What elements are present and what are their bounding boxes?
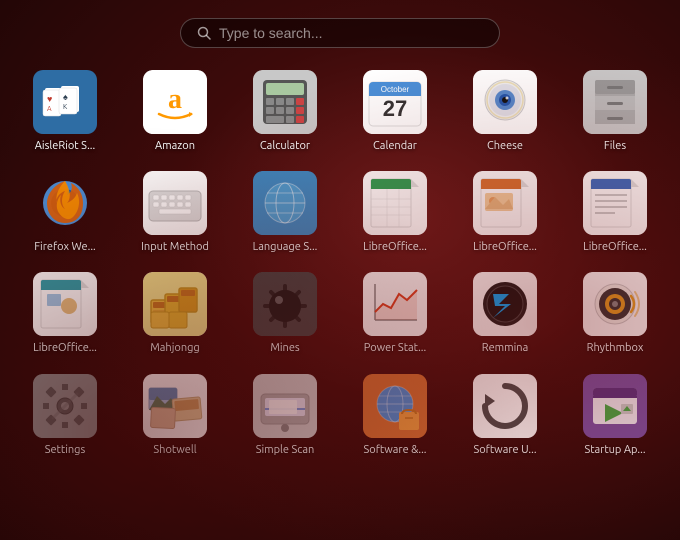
shotwell-icon xyxy=(143,374,207,438)
libreoffice-calc-label: LibreOffice... xyxy=(363,241,427,254)
firefox-label: Firefox We... xyxy=(34,241,95,254)
svg-text:October: October xyxy=(381,85,410,94)
app-remmina[interactable]: Remmina xyxy=(450,262,560,363)
app-calendar[interactable]: October 27 Calendar xyxy=(340,60,450,161)
settings-icon xyxy=(33,374,97,438)
app-amazon[interactable]: a Amazon xyxy=(120,60,230,161)
calculator-icon xyxy=(253,70,317,134)
language-icon xyxy=(253,171,317,235)
softwareupdate-label: Software U... xyxy=(473,444,536,457)
calendar-icon: October 27 xyxy=(363,70,427,134)
svg-text:27: 27 xyxy=(383,96,407,121)
app-startup[interactable]: Startup Ap... xyxy=(560,364,670,465)
mines-icon xyxy=(253,272,317,336)
softwareupdate-icon xyxy=(473,374,537,438)
app-shotwell[interactable]: Shotwell xyxy=(120,364,230,465)
calendar-label: Calendar xyxy=(373,140,417,153)
app-mahjongg[interactable]: Mahjongg xyxy=(120,262,230,363)
app-files[interactable]: Files xyxy=(560,60,670,161)
mines-label: Mines xyxy=(270,342,299,355)
svg-text:a: a xyxy=(168,84,182,115)
libreoffice-impress-icon xyxy=(473,171,537,235)
files-label: Files xyxy=(604,140,626,153)
softwareand-label: Software &... xyxy=(364,444,427,457)
app-libreoffice-impress[interactable]: LibreOffice... xyxy=(450,161,560,262)
amazon-label: Amazon xyxy=(155,140,195,153)
app-inputmethod[interactable]: Input Method xyxy=(120,161,230,262)
app-firefox[interactable]: Firefox We... xyxy=(10,161,120,262)
startup-icon xyxy=(583,374,647,438)
simplescan-icon xyxy=(253,374,317,438)
search-bar[interactable] xyxy=(180,18,500,48)
svg-text:A: A xyxy=(47,105,52,113)
libreoffice-impress-label: LibreOffice... xyxy=(473,241,537,254)
libreoffice-writer-label: LibreOffice... xyxy=(583,241,647,254)
powerstat-icon xyxy=(363,272,427,336)
app-softwareupdate[interactable]: Software U... xyxy=(450,364,560,465)
app-softwareand[interactable]: Software &... xyxy=(340,364,450,465)
app-language[interactable]: Language S... xyxy=(230,161,340,262)
mahjongg-label: Mahjongg xyxy=(150,342,200,355)
shotwell-label: Shotwell xyxy=(153,444,196,457)
app-libreoffice-draw[interactable]: LibreOffice... xyxy=(10,262,120,363)
app-powerstat[interactable]: Power Stat... xyxy=(340,262,450,363)
libreoffice-draw-icon xyxy=(33,272,97,336)
libreoffice-draw-label: LibreOffice... xyxy=(33,342,97,355)
svg-text:K: K xyxy=(63,103,68,111)
apps-grid: ♥ A ♠ K AisleRiot S... a Amazon xyxy=(0,60,680,465)
files-icon xyxy=(583,70,647,134)
cheese-label: Cheese xyxy=(487,140,523,153)
firefox-icon xyxy=(33,171,97,235)
app-cheese[interactable]: Cheese xyxy=(450,60,560,161)
app-libreoffice-writer[interactable]: LibreOffice... xyxy=(560,161,670,262)
inputmethod-label: Input Method xyxy=(141,241,209,254)
rhythmbox-icon xyxy=(583,272,647,336)
app-calculator[interactable]: Calculator xyxy=(230,60,340,161)
cheese-icon xyxy=(473,70,537,134)
mahjongg-icon xyxy=(143,272,207,336)
app-mines[interactable]: Mines xyxy=(230,262,340,363)
libreoffice-writer-icon xyxy=(583,171,647,235)
simplescan-label: Simple Scan xyxy=(256,444,315,457)
aisleriot-label: AisleRiot S... xyxy=(35,140,95,153)
app-rhythmbox[interactable]: Rhythmbox xyxy=(560,262,670,363)
softwareand-icon xyxy=(363,374,427,438)
rhythmbox-label: Rhythmbox xyxy=(587,342,644,355)
svg-text:♥: ♥ xyxy=(47,94,52,104)
search-icon xyxy=(197,26,211,40)
search-input[interactable] xyxy=(219,25,483,41)
language-label: Language S... xyxy=(253,241,318,254)
startup-label: Startup Ap... xyxy=(584,444,645,457)
remmina-label: Remmina xyxy=(482,342,529,355)
libreoffice-calc-icon xyxy=(363,171,427,235)
app-libreoffice-calc[interactable]: LibreOffice... xyxy=(340,161,450,262)
settings-label: Settings xyxy=(45,444,86,457)
app-settings[interactable]: Settings xyxy=(10,364,120,465)
app-simplescan[interactable]: Simple Scan xyxy=(230,364,340,465)
calculator-label: Calculator xyxy=(260,140,310,153)
inputmethod-icon xyxy=(143,171,207,235)
amazon-icon: a xyxy=(143,70,207,134)
app-aisleriot[interactable]: ♥ A ♠ K AisleRiot S... xyxy=(10,60,120,161)
remmina-icon xyxy=(473,272,537,336)
aisleriot-icon: ♥ A ♠ K xyxy=(33,70,97,134)
svg-text:♠: ♠ xyxy=(63,92,68,102)
powerstat-label: Power Stat... xyxy=(364,342,426,355)
search-bar-container xyxy=(0,0,680,48)
